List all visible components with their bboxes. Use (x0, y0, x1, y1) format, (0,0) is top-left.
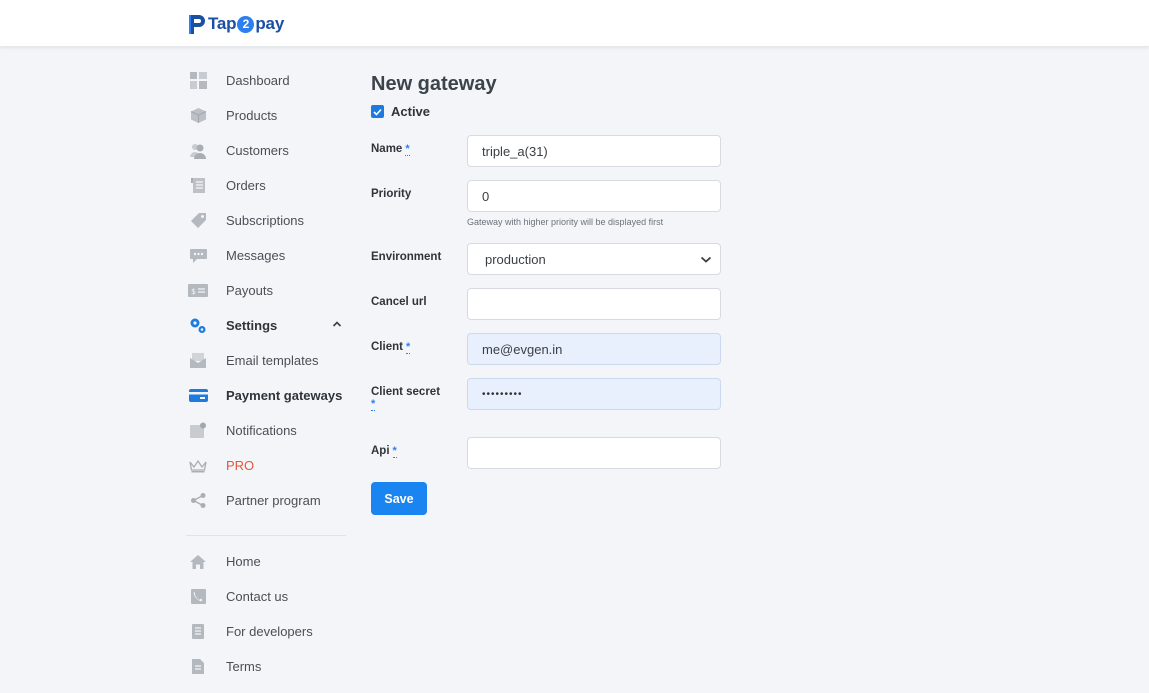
sidebar-item-label: Customers (226, 143, 289, 158)
page-title: New gateway (371, 73, 497, 95)
sidebar-item-label: Subscriptions (226, 213, 305, 228)
sidebar-item-notifications[interactable]: Notifications (186, 413, 348, 448)
home-icon (188, 552, 208, 572)
gears-icon (188, 316, 208, 336)
name-input[interactable]: triple_a(31) (467, 135, 721, 167)
sidebar-item-label: Dashboard (226, 73, 290, 88)
brand-logo[interactable]: Tap 2 pay (188, 10, 284, 38)
api-input[interactable] (467, 437, 721, 469)
sidebar-item-label: Settings (226, 318, 278, 333)
sidebar-item-subscriptions[interactable]: Subscriptions (186, 203, 348, 238)
sidebar-item-label: Email templates (226, 353, 319, 368)
sidebar-item-label: For developers (226, 624, 313, 639)
svg-text:$: $ (191, 287, 196, 296)
checkmark-icon (373, 108, 382, 116)
sidebar-item-label: PRO (226, 458, 255, 473)
sidebar-item-for-developers[interactable]: For developers (186, 614, 348, 649)
dashboard-icon (188, 71, 208, 91)
chevron-down-icon (700, 256, 712, 263)
box-icon (188, 106, 208, 126)
sidebar-item-label: Contact us (226, 589, 289, 604)
client-secret-label: Client secret * (371, 386, 441, 411)
client-input[interactable]: me@evgen.in (467, 333, 721, 365)
money-icon: $ (188, 281, 208, 301)
save-button[interactable]: Save (371, 482, 427, 515)
name-label: Name * (371, 143, 410, 156)
sidebar-item-label: Messages (226, 248, 286, 263)
sidebar-item-payment-gateways[interactable]: Payment gateways (186, 378, 348, 413)
sidebar-divider (186, 535, 346, 536)
crown-icon (188, 456, 208, 476)
sidebar-item-terms[interactable]: Terms (186, 649, 348, 684)
environment-select[interactable]: production (467, 243, 721, 275)
priority-label: Priority (371, 188, 412, 200)
receipt-icon (188, 176, 208, 196)
sidebar-item-label: Home (226, 554, 261, 569)
client-label: Client * (371, 341, 411, 354)
sidebar-item-dashboard[interactable]: Dashboard (186, 63, 348, 98)
priority-input[interactable]: 0 (467, 180, 721, 212)
sidebar-item-contact-us[interactable]: Contact us (186, 579, 348, 614)
top-bar: Tap 2 pay (0, 0, 1149, 47)
sidebar-item-pro[interactable]: PRO (186, 448, 348, 483)
sidebar-item-customers[interactable]: Customers (186, 133, 348, 168)
sidebar-item-label: Payment gateways (226, 388, 343, 403)
share-icon (188, 491, 208, 511)
sidebar-item-products[interactable]: Products (186, 98, 348, 133)
credit-card-icon (188, 386, 208, 406)
sidebar-item-label: Terms (226, 659, 262, 674)
chat-icon (188, 246, 208, 266)
cancel-url-input[interactable] (467, 288, 721, 320)
sidebar-item-label: Payouts (226, 283, 273, 298)
client-secret-input[interactable]: ••••••••• (467, 378, 721, 410)
active-checkbox-row[interactable]: Active (371, 104, 430, 119)
environment-label: Environment (371, 251, 442, 263)
brand-name: Tap 2 pay (208, 14, 285, 33)
sidebar-item-label: Notifications (226, 423, 297, 438)
sidebar-item-home[interactable]: Home (186, 544, 348, 579)
sidebar-item-settings[interactable]: Settings (186, 308, 348, 343)
bell-icon (188, 421, 208, 441)
active-checkbox[interactable] (371, 105, 384, 118)
sidebar-item-label: Orders (226, 178, 266, 193)
required-mark: * (392, 445, 397, 458)
sidebar-item-label: Products (226, 108, 278, 123)
tag-icon (188, 211, 208, 231)
document-icon (188, 622, 208, 642)
api-label: Api * (371, 445, 397, 458)
priority-helper-text: Gateway with higher priority will be dis… (467, 217, 664, 227)
sidebar-item-messages[interactable]: Messages (186, 238, 348, 273)
file-icon (188, 657, 208, 677)
sidebar-item-payouts[interactable]: $ Payouts (186, 273, 348, 308)
users-icon (188, 141, 208, 161)
chevron-up-icon (332, 321, 342, 327)
required-mark: * (405, 341, 411, 354)
sidebar-item-email-templates[interactable]: Email templates (186, 343, 348, 378)
sidebar-item-label: Partner program (226, 493, 321, 508)
sidebar-item-orders[interactable]: Orders (186, 168, 348, 203)
active-label: Active (391, 104, 431, 119)
sidebar-item-partner-program[interactable]: Partner program (186, 483, 348, 518)
envelope-icon (188, 351, 208, 371)
phone-icon (188, 587, 208, 607)
logo-mark-icon (189, 15, 205, 34)
required-mark: * (405, 143, 410, 156)
cancel-url-label: Cancel url (371, 296, 427, 308)
required-mark: * (371, 398, 376, 411)
